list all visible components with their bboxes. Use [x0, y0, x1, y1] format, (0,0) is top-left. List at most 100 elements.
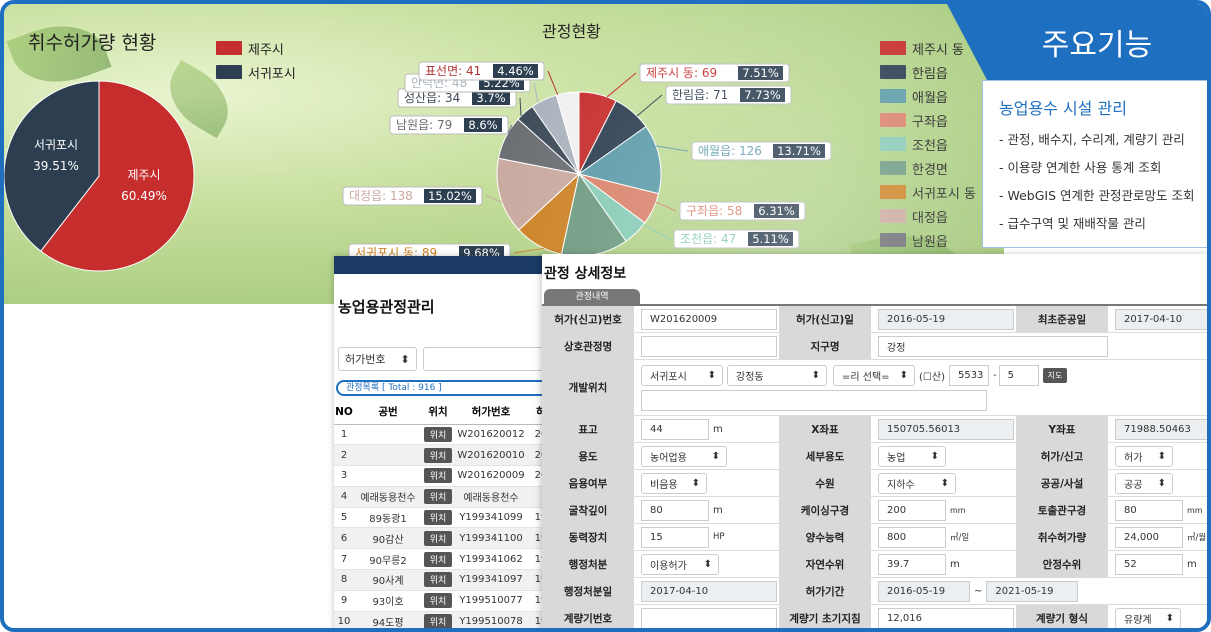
pie2-label-name: 조천읍: 47 — [680, 231, 736, 246]
pie2-slice[interactable] — [518, 172, 580, 255]
legend-item[interactable]: 제주시 — [216, 36, 296, 60]
search-input[interactable] — [422, 347, 550, 371]
pie2-slice[interactable] — [517, 105, 580, 175]
pie2-slice[interactable] — [578, 173, 646, 242]
pie2-slice[interactable] — [578, 100, 647, 175]
source-select[interactable]: 지하수 ⬍ — [878, 472, 956, 494]
position-button[interactable]: 위치 — [423, 530, 453, 546]
period-to-field[interactable]: 2021-05-19 — [986, 580, 1079, 602]
table-row[interactable]: 9 93이호 위치 Y199510077 19 — [334, 590, 554, 612]
position-button[interactable]: 위치 — [423, 551, 453, 567]
pie1-slice[interactable] — [40, 80, 195, 272]
permit-type-select[interactable]: 허가 ⬍ — [1115, 445, 1173, 467]
address-detail-field[interactable] — [641, 389, 987, 411]
admin-date-field[interactable]: 2017-04-10 — [641, 580, 777, 602]
ri-select-value: =리 선택= — [842, 371, 890, 383]
legend-item[interactable]: 남원읍 — [880, 228, 976, 252]
table-row[interactable]: 2 위치 W201620010 20 — [334, 444, 554, 467]
table-row[interactable]: 5 89동광1 위치 Y199341099 19 — [334, 507, 554, 529]
table-row[interactable]: 4 예래동용천수 위치 예래동용천수 — [334, 486, 554, 508]
column-header[interactable]: 공번 — [354, 400, 422, 425]
pie2-slice[interactable] — [555, 91, 580, 175]
ri-select[interactable]: =리 선택= ⬍ — [833, 364, 915, 386]
pie2-title: 관정현황 — [542, 22, 601, 41]
legend-item[interactable]: 한경면 — [880, 156, 976, 180]
permit-no-field[interactable]: W201620009 — [641, 308, 777, 330]
legend-item[interactable]: 구좌읍 — [880, 108, 976, 132]
legend-item[interactable]: 서귀포시 동 — [880, 180, 976, 204]
search-field-select[interactable]: 허가번호 ⬍ — [338, 347, 417, 371]
y-coordinate-field[interactable]: 71988.50463 — [1115, 418, 1207, 440]
legend-item[interactable]: 조천읍 — [880, 132, 976, 156]
stable-level-field[interactable]: 52 — [1115, 553, 1183, 575]
chevron-down-icon: ⬍ — [703, 558, 712, 570]
outlet-field[interactable]: 80 — [1115, 499, 1183, 521]
pie2-slice[interactable] — [578, 173, 660, 224]
legend-item[interactable]: 대정읍 — [880, 204, 976, 228]
position-button[interactable]: 위치 — [423, 510, 453, 526]
position-button[interactable]: 위치 — [423, 614, 453, 628]
table-row[interactable]: 10 94도평 위치 Y199510078 19 — [334, 611, 554, 628]
pie1-slice[interactable] — [4, 80, 100, 252]
permit-date-field[interactable]: 2016-05-19 — [878, 308, 1014, 330]
pie2-slice[interactable] — [577, 125, 662, 195]
table-row[interactable]: 7 90무릉2 위치 Y199341062 19 — [334, 548, 554, 571]
table-row[interactable]: 1 위치 W201620012 20 — [334, 424, 554, 446]
legend-item[interactable]: 한림읍 — [880, 60, 976, 84]
sub-use-select[interactable]: 농업 ⬍ — [878, 445, 946, 467]
column-header[interactable]: 위치 — [422, 400, 454, 425]
pie2-slice[interactable] — [578, 91, 617, 175]
row-permit: W201620012 — [454, 424, 528, 446]
meter-type-select[interactable]: 유량계 ⬍ — [1115, 607, 1181, 628]
use-select[interactable]: 농어업용 ⬍ — [641, 445, 727, 467]
mountain-checkbox[interactable]: (☐산) — [919, 368, 945, 383]
static-level-field[interactable]: 39.7 — [878, 553, 946, 575]
location-selects: 서귀포시 ⬍ 강정동 ⬍ =리 선택= ⬍ (☐산) 5533 - 5 지도 — [641, 364, 1068, 386]
power-field[interactable]: 15 — [641, 526, 709, 548]
city-select[interactable]: 서귀포시 ⬍ — [641, 364, 723, 386]
position-button[interactable]: 위치 — [423, 468, 453, 484]
period-from-field[interactable]: 2016-05-19 — [878, 580, 970, 602]
admin-select[interactable]: 이용허가 ⬍ — [641, 553, 719, 575]
use-yn-select[interactable]: 비음용 ⬍ — [641, 472, 707, 494]
pie2-slice[interactable] — [531, 94, 580, 175]
x-coordinate-field[interactable]: 150705.56013 — [878, 418, 1014, 440]
meter-init-field[interactable]: 12,016 — [878, 607, 1014, 628]
map-button[interactable]: 지도 — [1042, 367, 1068, 383]
pub-select[interactable]: 공공 ⬍ — [1115, 472, 1173, 494]
intake-field[interactable]: 24,000 — [1115, 526, 1183, 548]
dong-select[interactable]: 강정동 ⬍ — [727, 364, 827, 386]
row-gongbeon — [354, 465, 422, 487]
table-row[interactable]: 8 90사계 위치 Y199341097 19 — [334, 569, 554, 591]
position-button[interactable]: 위치 — [423, 572, 453, 588]
capacity-field[interactable]: 800 — [878, 526, 946, 548]
meter-no-field[interactable] — [641, 607, 777, 628]
legend-item[interactable]: 애월읍 — [880, 84, 976, 108]
district-field[interactable]: 강정 — [878, 335, 1108, 357]
table-row[interactable]: 3 위치 W201620009 20 — [334, 465, 554, 487]
tab-well-details[interactable]: 관정내역 — [544, 289, 640, 305]
column-header[interactable]: NO — [334, 400, 354, 425]
pie2-data-label: 성산읍: 34 3.7% — [397, 88, 522, 117]
sub-lot-field[interactable]: 5 — [998, 364, 1039, 386]
pie2-pct-badge — [493, 64, 538, 78]
legend-item[interactable]: 제주시 동 — [880, 36, 976, 60]
casing-field[interactable]: 200 — [878, 499, 946, 521]
position-button[interactable]: 위치 — [423, 426, 453, 442]
pie2-slice[interactable] — [560, 172, 627, 257]
elevation-field[interactable]: 44 — [641, 418, 709, 440]
pie2-slice[interactable] — [497, 118, 581, 175]
depth-field[interactable]: 80 — [641, 499, 709, 521]
legend-item[interactable]: 서귀포시 — [216, 60, 296, 84]
position-button[interactable]: 위치 — [423, 489, 453, 505]
company-field[interactable] — [641, 335, 777, 357]
table-row[interactable]: 6 90감산 위치 Y199341100 19 — [334, 527, 554, 550]
main-lot-field[interactable]: 5533 — [948, 364, 989, 386]
column-header[interactable]: 허가번호 — [454, 400, 528, 425]
pie2-slice[interactable] — [496, 157, 581, 231]
form-row: 상호관정명 지구명 강정 — [542, 333, 1207, 360]
form-row: 행정처분일 2017-04-10 허가기간 2016-05-19 ~ 2021-… — [542, 578, 1207, 605]
position-button[interactable]: 위치 — [423, 447, 453, 463]
first-date-field[interactable]: 2017-04-10 — [1115, 308, 1207, 330]
position-button[interactable]: 위치 — [423, 593, 453, 609]
